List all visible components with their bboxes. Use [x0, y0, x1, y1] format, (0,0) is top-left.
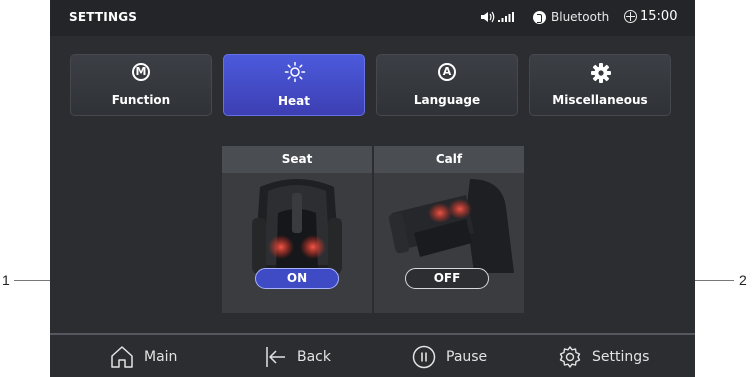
- callout-number-2: 2: [739, 272, 747, 288]
- heat-zone-seat-card: Seat ON: [222, 146, 372, 313]
- heat-zone-calf-title: Calf: [374, 146, 524, 173]
- a-circle-icon: A: [438, 63, 456, 81]
- nav-pause-button[interactable]: Pause: [412, 345, 502, 369]
- clock-time: 15:00: [640, 9, 678, 24]
- m-circle-icon: M: [132, 63, 150, 81]
- home-icon: [111, 346, 133, 368]
- calf-heat-toggle[interactable]: OFF: [405, 268, 489, 289]
- bottom-nav: Main Back Pause Settings: [50, 335, 695, 377]
- nav-main-label: Main: [144, 349, 178, 365]
- tab-function-label: Function: [111, 93, 171, 107]
- tab-miscellaneous[interactable]: Miscellaneous: [529, 54, 671, 116]
- back-arrow-icon: [266, 347, 285, 367]
- seat-chair-image: [252, 179, 342, 273]
- tab-function[interactable]: M Function: [70, 54, 212, 116]
- tab-heat[interactable]: Heat: [223, 54, 365, 116]
- screen-title: SETTINGS: [69, 10, 138, 24]
- pause-icon: [412, 345, 436, 369]
- volume-signal-icon: [481, 11, 514, 23]
- status-bar: SETTINGS Bluetooth 15:00: [50, 0, 695, 36]
- nav-settings-button[interactable]: Settings: [558, 345, 668, 369]
- tab-heat-label: Heat: [277, 94, 310, 108]
- callout-number-1: 1: [2, 272, 10, 288]
- nav-back-label: Back: [297, 349, 331, 365]
- bluetooth-label: Bluetooth: [551, 10, 610, 24]
- settings-gear-icon: [559, 346, 581, 368]
- nav-main-button[interactable]: Main: [110, 345, 190, 369]
- heat-zone-calf-card: Calf OFF: [374, 146, 524, 313]
- power-icon: [624, 10, 637, 23]
- nav-pause-label: Pause: [446, 349, 488, 365]
- tab-miscellaneous-label: Miscellaneous: [552, 93, 648, 107]
- nav-settings-label: Settings: [592, 349, 650, 365]
- nav-back-button[interactable]: Back: [263, 345, 343, 369]
- calf-chair-image: [388, 179, 514, 273]
- tab-language-label: Language: [413, 93, 481, 107]
- seat-heat-toggle[interactable]: ON: [255, 268, 339, 289]
- bluetooth-icon: [533, 11, 546, 24]
- sun-icon: [284, 62, 306, 82]
- gear-icon: [591, 63, 611, 83]
- heat-zone-seat-title: Seat: [222, 146, 372, 173]
- tab-language[interactable]: A Language: [376, 54, 518, 116]
- settings-screen: SETTINGS Bluetooth 15:00 M Function Heat…: [50, 0, 695, 377]
